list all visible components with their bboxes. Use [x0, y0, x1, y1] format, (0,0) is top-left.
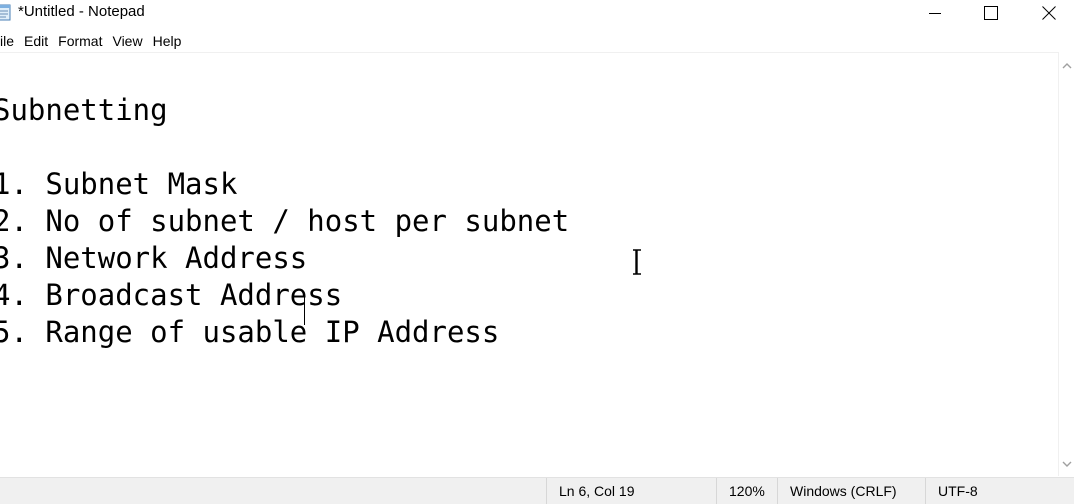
menu-help[interactable]: Help — [148, 30, 187, 52]
maximize-button[interactable] — [962, 0, 1020, 26]
close-icon — [1042, 6, 1056, 20]
window-title: *Untitled - Notepad — [18, 3, 145, 20]
minimize-icon — [929, 13, 941, 14]
menu-bar: ile Edit Format View Help — [0, 30, 186, 52]
menu-edit[interactable]: Edit — [19, 30, 53, 52]
ibeam-cursor-icon — [629, 249, 645, 275]
editor-text[interactable]: Subnetting 1. Subnet Mask 2. No of subne… — [0, 92, 569, 351]
zoom-status: 120% — [716, 478, 778, 504]
vertical-scrollbar[interactable] — [1058, 52, 1074, 476]
chevron-down-icon — [1062, 461, 1072, 467]
text-caret — [304, 295, 305, 325]
status-bar: Ln 6, Col 19 120% Windows (CRLF) UTF-8 — [0, 477, 1074, 504]
cursor-position-status: Ln 6, Col 19 — [546, 478, 719, 504]
menu-format[interactable]: Format — [53, 30, 107, 52]
notepad-window: *Untitled - Notepad ile Edit Format View… — [0, 0, 1074, 504]
text-editor-area[interactable]: Subnetting 1. Subnet Mask 2. No of subne… — [0, 52, 1058, 477]
scroll-down-button[interactable] — [1059, 456, 1074, 472]
scroll-up-button[interactable] — [1059, 58, 1074, 74]
line-ending-status: Windows (CRLF) — [777, 478, 926, 504]
menu-view[interactable]: View — [107, 30, 147, 52]
encoding-status: UTF-8 — [925, 478, 1074, 504]
close-button[interactable] — [1020, 0, 1074, 26]
minimize-button[interactable] — [906, 0, 964, 26]
title-bar[interactable]: *Untitled - Notepad — [0, 0, 1074, 26]
menu-file[interactable]: ile — [0, 30, 19, 52]
maximize-icon — [984, 6, 998, 20]
chevron-up-icon — [1062, 63, 1072, 69]
notepad-icon[interactable] — [0, 3, 12, 21]
